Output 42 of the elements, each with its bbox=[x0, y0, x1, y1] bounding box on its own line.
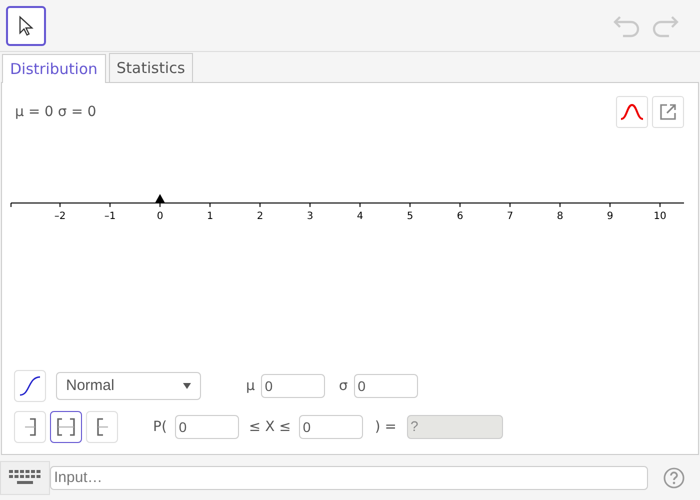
distribution-dropdown[interactable]: Normal bbox=[56, 372, 201, 400]
parameter-field[interactable]: 0 bbox=[260, 374, 325, 398]
parameter-label: μ bbox=[246, 376, 255, 396]
tick-label: 5 bbox=[406, 211, 414, 222]
tick-label: 8 bbox=[556, 211, 564, 222]
inequality-text: ≤ X ≤ bbox=[248, 418, 291, 436]
interval-icon bbox=[24, 418, 36, 436]
export-icon bbox=[659, 103, 677, 121]
tick-label: 10 bbox=[654, 211, 666, 222]
bell-curve-icon bbox=[620, 103, 644, 121]
tab[interactable]: Distribution bbox=[2, 54, 106, 83]
upper-bound-field[interactable]: 0 bbox=[298, 415, 363, 439]
cursor-icon bbox=[18, 14, 34, 36]
parameter-field[interactable]: 0 bbox=[354, 374, 418, 398]
interval-icon bbox=[96, 418, 108, 436]
tick-label: 3 bbox=[306, 211, 314, 222]
pointer-tool-button[interactable] bbox=[6, 6, 46, 46]
input-field[interactable]: Input… bbox=[50, 466, 648, 490]
interval-icon bbox=[57, 418, 75, 436]
keyboard-button[interactable] bbox=[0, 460, 50, 494]
summary-text: μ = 0 σ = 0 bbox=[15, 103, 96, 120]
tick-label: 7 bbox=[506, 211, 514, 222]
tick-label: 0 bbox=[156, 211, 164, 222]
tick-label: –1 bbox=[104, 211, 116, 222]
lower-bound-field[interactable]: 0 bbox=[174, 415, 239, 439]
tick-label: 4 bbox=[356, 211, 364, 222]
caret-icon bbox=[183, 383, 191, 389]
export-button[interactable] bbox=[652, 96, 684, 128]
tab[interactable]: Statistics bbox=[108, 53, 194, 82]
tick-label: 9 bbox=[606, 211, 614, 222]
cumulative-toggle[interactable] bbox=[14, 370, 46, 402]
probability-prefix: P( bbox=[153, 418, 167, 436]
result-field: ? bbox=[406, 415, 503, 439]
tick-label: 6 bbox=[456, 211, 464, 222]
equals-text: ) = bbox=[374, 418, 397, 436]
tick-label: –2 bbox=[54, 211, 66, 222]
interval-button[interactable] bbox=[50, 411, 82, 443]
parameter-label: σ bbox=[338, 376, 348, 396]
tick-label: 2 bbox=[256, 211, 264, 222]
curve-button[interactable] bbox=[616, 96, 648, 128]
help-icon[interactable] bbox=[663, 466, 685, 488]
tick-label: 1 bbox=[206, 211, 214, 222]
